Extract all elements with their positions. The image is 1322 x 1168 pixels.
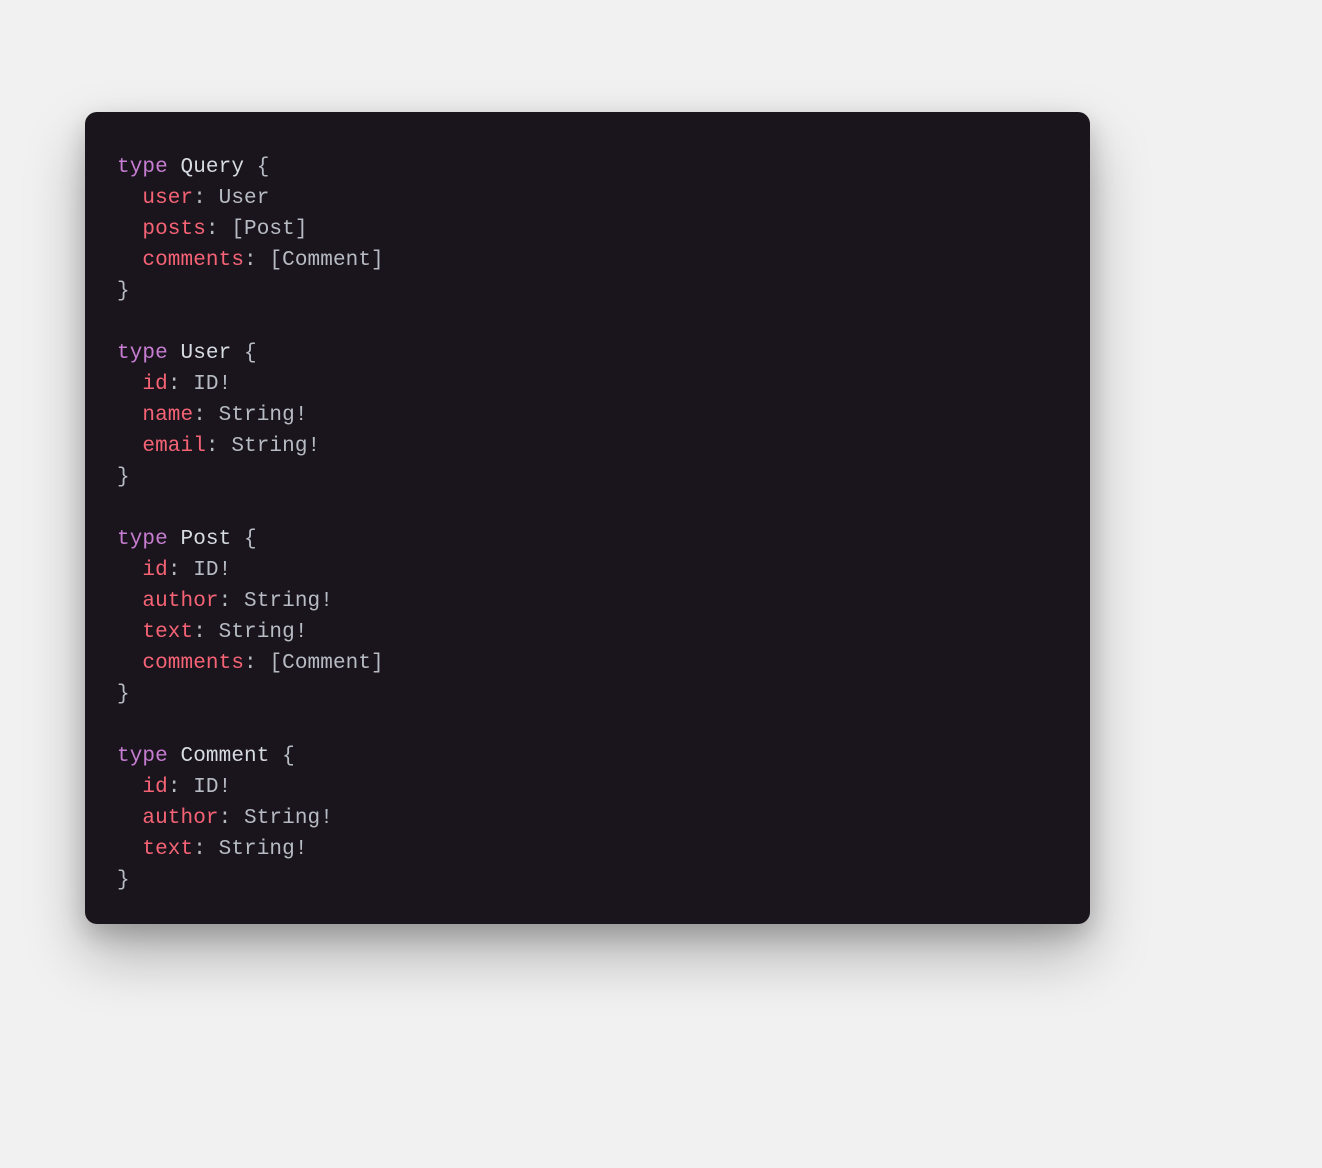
colon-token: :: [206, 218, 219, 241]
field-type-token: ID!: [193, 776, 231, 799]
field-type-token: [Comment]: [269, 249, 383, 272]
brace-close: }: [117, 683, 130, 706]
field-type-token: User: [219, 187, 270, 210]
field-type-token: [Post]: [231, 218, 307, 241]
code-card: type Query { user: User posts: [Post] co…: [85, 112, 1090, 924]
field-name-token: id: [142, 776, 167, 799]
type-name-token: Query: [181, 156, 245, 179]
field-name-token: name: [142, 404, 193, 427]
field-type-token: ID!: [193, 373, 231, 396]
field-name-token: email: [142, 435, 206, 458]
field-name-token: id: [142, 559, 167, 582]
type-name-token: Post: [181, 528, 232, 551]
brace-close: }: [117, 869, 130, 892]
field-name-token: text: [142, 838, 193, 861]
colon-token: :: [168, 373, 181, 396]
field-type-token: String!: [219, 838, 308, 861]
brace-close: }: [117, 280, 130, 303]
field-name-token: user: [142, 187, 193, 210]
colon-token: :: [219, 807, 232, 830]
keyword-token: type: [117, 342, 168, 365]
colon-token: :: [193, 187, 206, 210]
field-name-token: author: [142, 807, 218, 830]
colon-token: :: [168, 559, 181, 582]
brace-close: }: [117, 466, 130, 489]
keyword-token: type: [117, 745, 168, 768]
field-name-token: comments: [142, 652, 244, 675]
brace-open: {: [282, 745, 295, 768]
colon-token: :: [193, 404, 206, 427]
field-type-token: String!: [231, 435, 320, 458]
type-name-token: Comment: [181, 745, 270, 768]
field-type-token: ID!: [193, 559, 231, 582]
field-type-token: [Comment]: [269, 652, 383, 675]
brace-open: {: [257, 156, 270, 179]
field-name-token: text: [142, 621, 193, 644]
colon-token: :: [244, 249, 257, 272]
brace-open: {: [244, 528, 257, 551]
field-name-token: author: [142, 590, 218, 613]
colon-token: :: [193, 621, 206, 644]
colon-token: :: [193, 838, 206, 861]
field-name-token: id: [142, 373, 167, 396]
keyword-token: type: [117, 156, 168, 179]
field-type-token: String!: [219, 404, 308, 427]
type-name-token: User: [181, 342, 232, 365]
graphql-schema-code: type Query { user: User posts: [Post] co…: [117, 152, 1058, 896]
colon-token: :: [206, 435, 219, 458]
colon-token: :: [168, 776, 181, 799]
brace-open: {: [244, 342, 257, 365]
field-name-token: posts: [142, 218, 206, 241]
colon-token: :: [244, 652, 257, 675]
keyword-token: type: [117, 528, 168, 551]
colon-token: :: [219, 590, 232, 613]
field-type-token: String!: [244, 807, 333, 830]
field-type-token: String!: [244, 590, 333, 613]
field-name-token: comments: [142, 249, 244, 272]
field-type-token: String!: [219, 621, 308, 644]
